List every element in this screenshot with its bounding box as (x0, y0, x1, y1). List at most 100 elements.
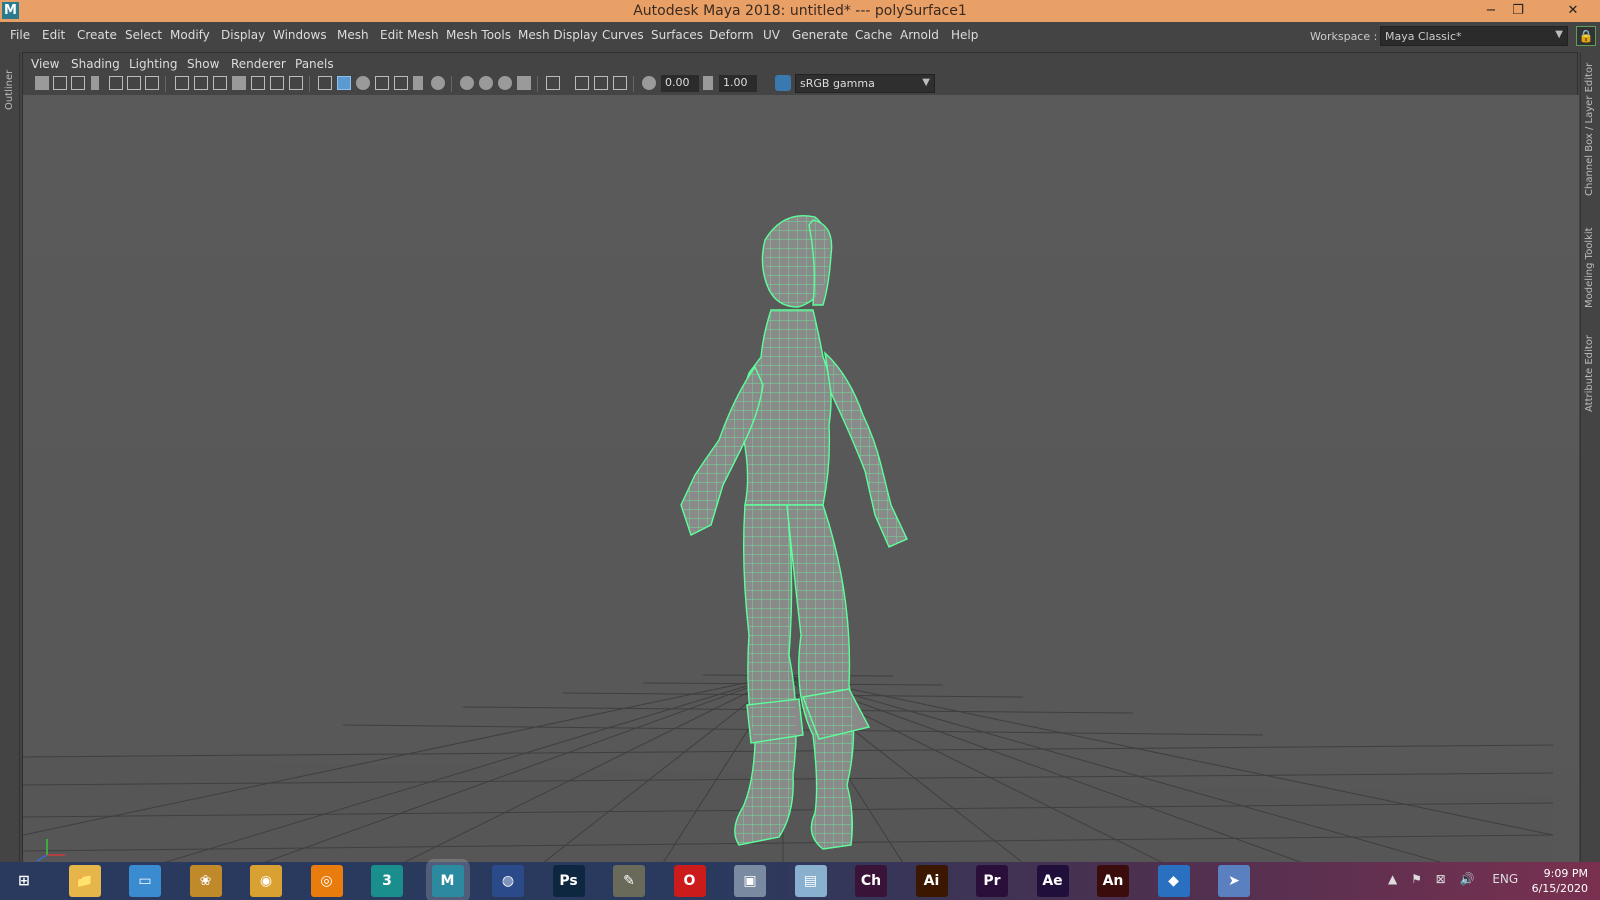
gate-mask-icon[interactable] (232, 76, 246, 90)
exposure-field[interactable]: 0.00 (661, 75, 699, 92)
menu-edit[interactable]: Edit (42, 28, 65, 42)
xray-icon[interactable] (575, 76, 589, 90)
motion-blur-icon[interactable] (479, 76, 493, 90)
after-effects-icon[interactable]: Ae (1036, 865, 1069, 897)
cinema4d-icon[interactable]: ◍ (492, 865, 524, 897)
xray-joints-icon[interactable] (613, 76, 627, 90)
color-management-icon[interactable] (775, 75, 791, 91)
exposure-icon[interactable] (642, 76, 656, 90)
film-gate-icon[interactable] (194, 76, 208, 90)
volume-icon[interactable]: 🔊 (1460, 872, 1475, 886)
restore-button[interactable]: ❐ (1505, 1, 1531, 21)
menu-surfaces[interactable]: Surfaces (651, 28, 703, 42)
gamma-icon[interactable] (703, 76, 713, 90)
wireframe-on-shaded-icon[interactable] (375, 76, 389, 90)
panel-menu-shading[interactable]: Shading (71, 57, 120, 71)
panel-menu-show[interactable]: Show (187, 57, 219, 71)
wireframe-icon[interactable] (318, 76, 332, 90)
file-explorer-icon[interactable]: 📁 (68, 865, 101, 897)
3d-viewport[interactable]: persp (23, 95, 1579, 863)
image-viewer-icon[interactable]: ▤ (794, 865, 827, 897)
fruit-app-icon[interactable]: ❀ (189, 865, 222, 897)
3dsmax-icon[interactable]: 3 (371, 865, 403, 897)
gimp-icon[interactable]: ✎ (613, 865, 645, 897)
menu-generate[interactable]: Generate (792, 28, 848, 42)
panel-toolbar: 0.00 1.00 sRGB gamma ▼ (23, 73, 1579, 95)
image-plane-icon[interactable] (109, 76, 123, 90)
network-icon[interactable]: ⊠ (1436, 872, 1446, 886)
windows-start-icon[interactable]: ⊞ (8, 865, 40, 897)
grease-pencil-icon[interactable] (145, 76, 159, 90)
xray-active-components-icon[interactable] (594, 76, 608, 90)
safe-title-icon[interactable] (289, 76, 303, 90)
menu-mesh-tools[interactable]: Mesh Tools (446, 28, 511, 42)
smooth-shade-all-icon[interactable] (337, 76, 351, 90)
menu-arnold[interactable]: Arnold (900, 28, 939, 42)
close-button[interactable]: ✕ (1560, 1, 1586, 21)
windows-taskbar: ⊞ 📁 ▭ ❀ ◉ ◎ 3 M ◍ Ps ✎ O ▣ ▤ Ch Ai Pr Ae An ◆ ➤ ▲ ⚑ ⊠ 🔊 ENG … (0, 862, 1600, 900)
panel-menu-panels[interactable]: Panels (295, 57, 334, 71)
network-flag-icon[interactable]: ⚑ (1411, 872, 1422, 886)
clock[interactable]: 9:09 PM 6/15/2020 (1528, 866, 1588, 896)
screen-space-ao-icon[interactable] (460, 76, 474, 90)
animate-icon[interactable]: An (1097, 865, 1129, 897)
crystal-app-icon[interactable]: ◆ (1157, 865, 1190, 897)
menu-uv[interactable]: UV (763, 28, 780, 42)
depth-of-field-icon[interactable] (517, 76, 531, 90)
menu-curves[interactable]: Curves (602, 28, 644, 42)
menu-mesh-display[interactable]: Mesh Display (518, 28, 598, 42)
modeling-toolkit-tab[interactable]: Modeling Toolkit (1582, 218, 1598, 310)
anti-aliasing-icon[interactable] (498, 76, 512, 90)
menu-deform[interactable]: Deform (709, 28, 754, 42)
panel-menu-view[interactable]: View (31, 57, 59, 71)
menu-select[interactable]: Select (125, 28, 162, 42)
menu-display[interactable]: Display (221, 28, 265, 42)
maya-icon[interactable]: M (431, 865, 464, 897)
camera-select-icon[interactable] (35, 76, 49, 90)
menu-modify[interactable]: Modify (170, 28, 210, 42)
menu-file[interactable]: File (10, 28, 30, 42)
screenshot-tool-icon[interactable]: ▣ (734, 865, 766, 897)
isolate-select-icon[interactable] (546, 76, 560, 90)
outliner-tab[interactable]: Outliner (2, 58, 18, 114)
panel-menu-lighting[interactable]: Lighting (129, 57, 178, 71)
camera-bookmark-icon[interactable] (71, 76, 85, 90)
menu-create[interactable]: Create (77, 28, 117, 42)
field-chart-icon[interactable] (251, 76, 265, 90)
gamma-field[interactable]: 1.00 (719, 75, 757, 92)
color-space-dropdown[interactable]: sRGB gamma ▼ (795, 74, 935, 93)
shadows-icon[interactable] (431, 76, 445, 90)
grid-icon[interactable] (175, 76, 189, 90)
menu-edit-mesh[interactable]: Edit Mesh (380, 28, 439, 42)
lights-icon[interactable] (413, 76, 423, 90)
textured-icon[interactable] (394, 76, 408, 90)
illustrator-icon[interactable]: Ai (915, 865, 948, 897)
language-indicator[interactable]: ENG (1492, 872, 1518, 886)
file-manager-icon[interactable]: ▭ (129, 865, 161, 897)
channel-box-tab[interactable]: Channel Box / Layer Editor (1582, 60, 1598, 200)
main-menu-bar: File Edit Create Select Modify Display W… (0, 22, 1600, 50)
opera-icon[interactable]: O (673, 865, 706, 897)
menu-windows[interactable]: Windows (273, 28, 327, 42)
attribute-editor-tab[interactable]: Attribute Editor (1582, 330, 1598, 414)
tray-up-arrow-icon[interactable]: ▲ (1388, 872, 1397, 886)
flag-app-icon[interactable]: ➤ (1218, 865, 1250, 897)
lock-icon[interactable]: 🔒 (1576, 26, 1596, 46)
chrome-icon[interactable]: ◉ (250, 865, 282, 897)
minimize-button[interactable]: − (1478, 1, 1504, 21)
photoshop-icon[interactable]: Ps (552, 865, 585, 897)
workspace-dropdown[interactable]: Maya Classic* ▼ (1380, 26, 1568, 46)
bookmark-icon[interactable] (91, 76, 99, 90)
panel-menu-renderer[interactable]: Renderer (231, 57, 286, 71)
premiere-icon[interactable]: Pr (976, 865, 1008, 897)
resolution-gate-icon[interactable] (213, 76, 227, 90)
safe-action-icon[interactable] (270, 76, 284, 90)
use-default-material-icon[interactable] (356, 76, 370, 90)
character-animator-icon[interactable]: Ch (855, 865, 887, 897)
menu-cache[interactable]: Cache (855, 28, 892, 42)
2d-pan-zoom-icon[interactable] (127, 76, 141, 90)
menu-mesh[interactable]: Mesh (337, 28, 369, 42)
camera-attributes-icon[interactable] (53, 76, 67, 90)
blender-icon[interactable]: ◎ (310, 865, 343, 897)
menu-help[interactable]: Help (951, 28, 978, 42)
